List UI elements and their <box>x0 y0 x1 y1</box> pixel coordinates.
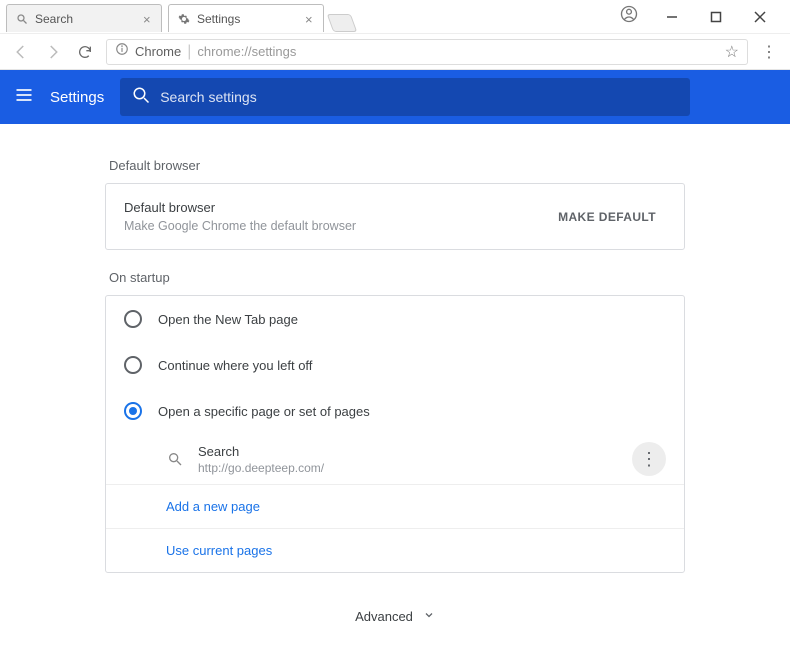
make-default-button[interactable]: MAKE DEFAULT <box>548 204 666 230</box>
option-new-tab[interactable]: Open the New Tab page <box>106 296 684 342</box>
url-text: chrome://settings <box>197 44 718 59</box>
tab-label: Search <box>35 12 73 26</box>
user-icon[interactable] <box>620 5 638 28</box>
page-title: Search <box>198 444 618 459</box>
card-subtitle: Make Google Chrome the default browser <box>124 219 548 233</box>
search-input[interactable] <box>160 89 678 105</box>
advanced-label: Advanced <box>355 609 413 624</box>
tab-search[interactable]: Search × <box>6 4 162 32</box>
search-icon <box>132 86 150 109</box>
option-label: Continue where you left off <box>158 358 312 373</box>
magnifier-icon <box>15 12 29 26</box>
page-actions-menu[interactable]: ⋮ <box>632 442 666 476</box>
option-specific-pages[interactable]: Open a specific page or set of pages <box>106 388 684 434</box>
use-current-pages-link[interactable]: Use current pages <box>106 528 684 572</box>
minimize-button[interactable] <box>650 3 694 31</box>
gear-icon <box>177 12 191 26</box>
close-icon[interactable]: × <box>143 12 155 24</box>
bookmark-star-icon[interactable]: ☆ <box>725 42 739 62</box>
page-url: http://go.deepteep.com/ <box>198 461 618 475</box>
card-title: Default browser <box>124 200 548 215</box>
add-page-link[interactable]: Add a new page <box>106 484 684 528</box>
page-title: Settings <box>50 89 104 106</box>
new-tab-button[interactable] <box>327 14 358 32</box>
address-bar: Chrome | chrome://settings ☆ ⋮ <box>0 34 790 70</box>
option-continue[interactable]: Continue where you left off <box>106 342 684 388</box>
advanced-toggle[interactable]: Advanced <box>105 609 685 624</box>
magnifier-icon <box>166 450 184 468</box>
startup-options-card: Open the New Tab page Continue where you… <box>105 295 685 573</box>
reload-button[interactable] <box>74 41 96 63</box>
radio-icon[interactable] <box>124 402 142 420</box>
option-label: Open the New Tab page <box>158 312 298 327</box>
content-scroll[interactable]: Default browser Default browser Make Goo… <box>0 124 790 664</box>
forward-button[interactable] <box>42 41 64 63</box>
tab-label: Settings <box>197 12 240 26</box>
option-label: Open a specific page or set of pages <box>158 404 370 419</box>
back-button[interactable] <box>10 41 32 63</box>
tab-strip: Search × Settings × <box>6 2 354 32</box>
omnibox[interactable]: Chrome | chrome://settings ☆ <box>106 39 748 65</box>
tab-settings[interactable]: Settings × <box>168 4 324 32</box>
radio-icon[interactable] <box>124 356 142 374</box>
settings-content: Default browser Default browser Make Goo… <box>105 124 685 664</box>
close-window-button[interactable] <box>738 3 782 31</box>
radio-icon[interactable] <box>124 310 142 328</box>
hamburger-icon[interactable] <box>14 85 34 110</box>
info-icon <box>115 42 129 61</box>
settings-search-box[interactable] <box>120 78 690 116</box>
url-scheme: Chrome <box>135 44 181 59</box>
settings-header: Settings <box>0 70 790 124</box>
default-browser-card: Default browser Make Google Chrome the d… <box>105 183 685 250</box>
browser-menu-icon[interactable]: ⋮ <box>758 41 780 63</box>
close-icon[interactable]: × <box>305 12 317 24</box>
startup-page-row: Search http://go.deepteep.com/ ⋮ <box>106 434 684 484</box>
section-default-browser: Default browser <box>109 158 685 173</box>
section-on-startup: On startup <box>109 270 685 285</box>
window-title-bar: Search × Settings × <box>0 0 790 34</box>
maximize-button[interactable] <box>694 3 738 31</box>
chevron-down-icon <box>423 609 435 624</box>
